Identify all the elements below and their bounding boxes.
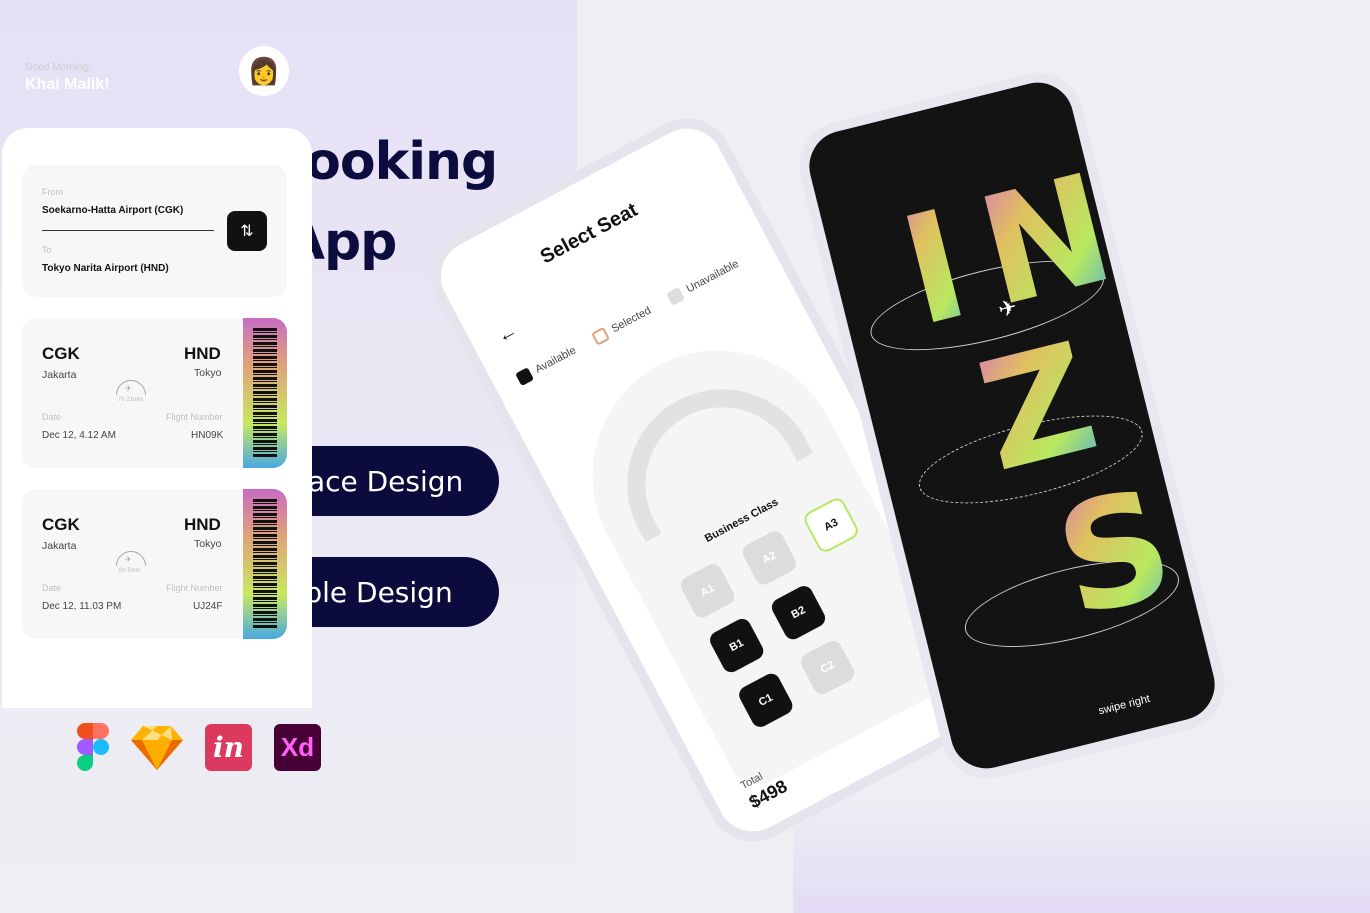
date-label: Date bbox=[42, 583, 62, 593]
flight-label: Flight Number bbox=[166, 412, 223, 422]
flight-arc bbox=[109, 373, 153, 417]
tool-icons: in Xd bbox=[77, 723, 321, 771]
to-label: To bbox=[42, 245, 52, 255]
divider bbox=[42, 230, 214, 231]
date-value: Dec 12, 11.03 PM bbox=[42, 601, 122, 612]
figma-icon bbox=[77, 723, 109, 771]
barcode bbox=[243, 318, 287, 468]
legend-available: Available bbox=[515, 343, 578, 387]
ticket-card[interactable]: CGK Jakarta HND Tokyo ✈ 7h 21min Date De… bbox=[22, 318, 287, 468]
from-label: From bbox=[42, 187, 63, 197]
flight-duration: 7h 21min bbox=[118, 397, 143, 403]
barcode bbox=[243, 489, 287, 639]
ticket-card[interactable]: CGK Jakarta HND Tokyo ✈ 8h 5min Date Dec… bbox=[22, 489, 287, 639]
to-code: HND bbox=[184, 344, 221, 363]
airplane-icon: ✈ bbox=[125, 555, 132, 564]
from-city: Jakarta bbox=[42, 540, 77, 552]
date-value: Dec 12, 4.12 AM bbox=[42, 430, 116, 441]
from-code: CGK bbox=[42, 515, 80, 534]
flight-duration: 8h 5min bbox=[119, 568, 141, 574]
from-code: CGK bbox=[42, 344, 80, 363]
legend-selected: Selected bbox=[591, 304, 653, 346]
flight-number: HN09K bbox=[191, 430, 224, 441]
adobe-xd-icon: Xd bbox=[274, 723, 321, 771]
route-search-card: From Soekarno-Hatta Airport (CGK) To Tok… bbox=[22, 165, 287, 297]
from-city: Jakarta bbox=[42, 369, 77, 381]
legend-unavailable: Unavailable bbox=[666, 257, 741, 306]
swipe-hint[interactable]: swipe right bbox=[1097, 693, 1151, 717]
to-city: Tokyo bbox=[194, 538, 222, 550]
user-name: Khai Malik! bbox=[25, 76, 110, 93]
airplane-icon: ✈ bbox=[125, 384, 132, 393]
back-arrow-icon[interactable]: ← bbox=[493, 319, 521, 349]
flight-number: UJ24F bbox=[193, 601, 223, 612]
to-code: HND bbox=[184, 515, 221, 534]
swap-icon[interactable]: ⇅ bbox=[227, 211, 267, 251]
avatar[interactable]: 👩 bbox=[239, 46, 289, 96]
from-field[interactable]: Soekarno-Hatta Airport (CGK) bbox=[42, 205, 183, 216]
to-city: Tokyo bbox=[194, 367, 222, 379]
sketch-icon bbox=[131, 726, 183, 770]
invision-icon: in bbox=[205, 723, 252, 771]
flight-label: Flight Number bbox=[166, 583, 223, 593]
greeting: Good Morning, bbox=[25, 62, 92, 73]
background-bottom-right bbox=[793, 790, 1370, 913]
home-panel: From Soekarno-Hatta Airport (CGK) To Tok… bbox=[2, 128, 312, 708]
to-field[interactable]: Tokyo Narita Airport (HND) bbox=[42, 263, 169, 274]
flight-arc bbox=[109, 544, 153, 588]
date-label: Date bbox=[42, 412, 62, 422]
